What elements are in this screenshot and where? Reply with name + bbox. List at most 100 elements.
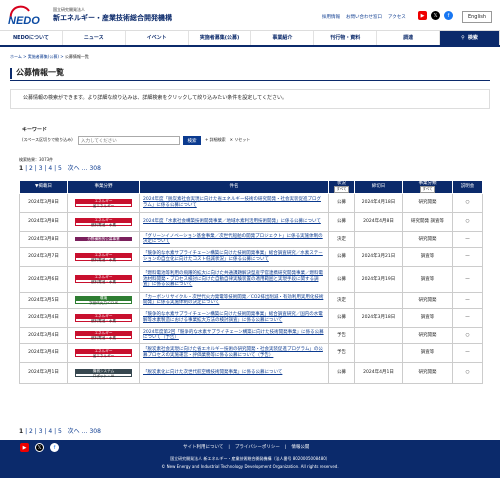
page-title: 公募情報一覧: [16, 68, 64, 78]
row-field: エネルギー 燃料電池・水素: [67, 307, 140, 328]
row-briefing: —: [452, 246, 483, 267]
nav-news[interactable]: ニュース: [63, 31, 126, 45]
advanced-search-link[interactable]: + 詳細検索: [205, 137, 226, 143]
page-4[interactable]: 4: [48, 428, 52, 435]
row-field: エネルギー 省エネルギー: [67, 342, 140, 363]
row-deadline: [354, 342, 403, 363]
row-field: エネルギー 燃料電池・水素: [67, 211, 140, 232]
page-next[interactable]: 次へ: [68, 165, 80, 172]
row-field: 環境 次世代火力·CCUS: [67, 291, 140, 309]
row-title-link[interactable]: 「競争的な水素サプライチェーン構築に向けた技術開発事業」総合調査研究／水素ステー…: [139, 246, 329, 267]
breadcrumb-home[interactable]: ホーム: [10, 54, 22, 59]
page-4[interactable]: 4: [48, 165, 52, 172]
field-badge-sub: 燃料電池・水素: [75, 256, 132, 262]
row-deadline: 2024年3月19日: [354, 265, 403, 293]
nav-calls[interactable]: 実施者募集(公募): [189, 31, 252, 45]
row-title-link[interactable]: 2024年度「水素社会構築技術開発事業／地域水素利活用技術開発」に係る公募につい…: [139, 211, 329, 232]
breadcrumb-current: 公募情報一覧: [64, 54, 89, 59]
row-title-link[interactable]: 2024年度第2回「競争的な水素サプライチェーン構築に向けた技術開発事業」に係る…: [139, 326, 329, 344]
search-icon: ⚲: [461, 35, 465, 41]
row-date: 2024年3月4日: [19, 326, 68, 344]
svg-text:NEDO: NEDO: [8, 15, 40, 27]
table-row: 2024年3月1日 機械システム ロボット・AI 「脱炭素化に向けた次世代航空機技術開…: [19, 361, 483, 384]
page-last[interactable]: 308: [89, 165, 100, 172]
org-subtitle: 国立研究開発法人: [53, 7, 85, 12]
row-title-link[interactable]: 2024年度「脱炭素社会実現に向けた省エネルギー技術の研究開発・社会実装促進プロ…: [139, 192, 329, 213]
row-title-link[interactable]: 「脱炭素社会実現に向けた省エネルギー技術の研究開発・社会実装促進プログラム」の公…: [139, 342, 329, 363]
reset-link[interactable]: ✕ リセット: [230, 137, 251, 143]
row-deadline: [354, 326, 403, 344]
footer-privacy[interactable]: プライバシーポリシー: [235, 445, 280, 450]
recruit-link[interactable]: 採用情報: [322, 15, 340, 20]
row-deadline: 2024年4月8日: [354, 211, 403, 232]
nav-events[interactable]: イベント: [126, 31, 189, 45]
field-badge: 環境 次世代火力·CCUS: [75, 296, 132, 305]
page-5[interactable]: 5: [58, 428, 62, 435]
col-date[interactable]: ▼掲載日: [19, 180, 68, 194]
col-deadline[interactable]: 締切日: [354, 180, 403, 194]
table-row: 2024年3月8日 分野横断的公募事業 「グリーンイノベーション基金事業／次世代船舶…: [19, 230, 483, 248]
facebook-icon[interactable]: f: [444, 11, 453, 20]
footer-social: ▶ 𝕏 f: [20, 443, 59, 452]
page-3[interactable]: 3: [39, 165, 43, 172]
page-current: 1: [19, 165, 24, 172]
keyword-input[interactable]: [78, 136, 180, 145]
page-2[interactable]: 2: [29, 428, 33, 435]
row-briefing: —: [452, 265, 483, 293]
row-briefing: ○: [452, 326, 483, 344]
facebook-icon[interactable]: f: [50, 443, 59, 452]
row-title-link[interactable]: 「競争的な水素サプライチェーン構築に向けた技術開発事業」総合調査研究／国内の水電…: [139, 307, 329, 328]
page-next[interactable]: 次へ: [68, 428, 80, 435]
row-status: 決定: [328, 230, 355, 248]
youtube-icon[interactable]: ▶: [20, 443, 29, 452]
footer-disclosure[interactable]: 情報公開: [291, 445, 309, 450]
x-icon[interactable]: 𝕏: [431, 11, 440, 20]
row-field: エネルギー 燃料電池・水素: [67, 246, 140, 267]
keyword-search: キーワード (スペース区切りで絞り込み) 検索 + 詳細検索 ✕ リセット: [22, 127, 250, 145]
nav-projects[interactable]: 事業紹介: [251, 31, 315, 45]
row-date: 2024年3月5日: [19, 291, 68, 309]
org-name-block: 国立研究開発法人 新エネルギー・産業技術総合開発機構: [53, 7, 172, 22]
youtube-icon[interactable]: ▶: [418, 11, 427, 20]
keyword-search-button[interactable]: 検索: [183, 136, 201, 145]
row-category: 調査等: [402, 265, 453, 293]
x-icon[interactable]: 𝕏: [35, 443, 44, 452]
col-briefing: 説明会: [452, 180, 483, 194]
row-title-link[interactable]: 「グリーンイノベーション基金事業／次世代船舶の開発プロジェクト」に係る実施体制の…: [139, 230, 329, 248]
breadcrumb: ホーム > 実施者募集(公募) > 公募情報一覧: [10, 54, 89, 59]
nedo-logo[interactable]: NEDO: [7, 5, 47, 27]
nav-about[interactable]: NEDOについて: [0, 31, 63, 45]
row-deadline: 2024年3月21日: [354, 246, 403, 267]
field-badge-sub: 省エネルギー: [75, 352, 132, 358]
title-accent: [10, 67, 12, 79]
page-last[interactable]: 308: [89, 428, 100, 435]
access-link[interactable]: アクセス: [388, 15, 406, 20]
row-title-link[interactable]: 「カーボンリサイクル・次世代火力発電等技術開発／CO2排出削減・有効利用実用化技…: [139, 291, 329, 309]
row-title-link[interactable]: 「脱炭素化に向けた次世代航空機技術開発事業」に係る公募について: [139, 361, 329, 384]
row-category: 研究開発: [402, 326, 453, 344]
row-date: 2024年3月8日: [19, 230, 68, 248]
breadcrumb-parent[interactable]: 実施者募集(公募): [28, 54, 59, 59]
table-row: 2024年3月8日 エネルギー 燃料電池・水素 2024年度「水素社会構築技術開発事業…: [19, 211, 483, 232]
nav-procurement[interactable]: 調達: [377, 31, 441, 45]
row-title-link[interactable]: 「燃料電池等利用の飛躍的拡大に向けた共通課題解決型産学官連携研究開発事業／燃料電…: [139, 265, 329, 293]
field-badge: エネルギー 燃料電池・水素: [75, 331, 132, 340]
page-2[interactable]: 2: [29, 165, 33, 172]
row-deadline: [354, 291, 403, 309]
page-5[interactable]: 5: [58, 165, 62, 172]
status-filter[interactable]: すべて: [334, 186, 349, 193]
table-row: 2024年3月4日 エネルギー 燃料電池・水素 2024年度第2回「競争的な水素サプラ…: [19, 326, 483, 344]
footer-site-policy[interactable]: サイト利用について: [183, 445, 223, 450]
english-button[interactable]: English: [462, 11, 492, 23]
intro-box: 公募情報の検索ができます。より詳細な絞り込みは、詳細検索をクリックして絞り込みた…: [10, 89, 490, 109]
row-date: 2024年3月8日: [19, 192, 68, 213]
page-3[interactable]: 3: [39, 428, 43, 435]
category-filter[interactable]: すべて: [420, 186, 435, 193]
row-status: 予告: [328, 326, 355, 344]
contact-link[interactable]: お問い合わせ窓口: [346, 15, 382, 20]
nav-publications[interactable]: 刊行物・資料: [314, 31, 378, 45]
nav-search-button[interactable]: ⚲ 検索: [440, 31, 500, 45]
row-deadline: 2024年4月1日: [354, 361, 403, 384]
field-badge: エネルギー 省エネルギー: [75, 198, 132, 208]
row-briefing: ○: [452, 211, 483, 232]
